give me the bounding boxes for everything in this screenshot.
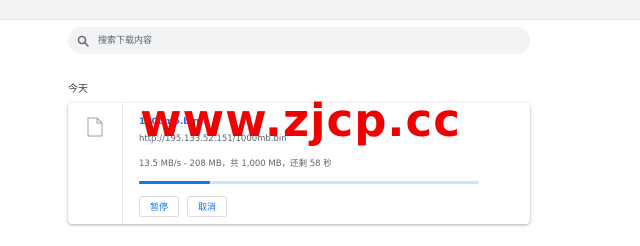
browser-top-bar	[0, 0, 640, 20]
progress-bar	[139, 181, 479, 184]
cancel-button[interactable]: 取消	[187, 196, 227, 217]
watermark-text: www.zjcp.cc	[140, 94, 461, 147]
download-status-text: 13.5 MB/s - 208 MB，共 1,000 MB，还剩 58 秒	[139, 159, 332, 169]
progress-bar-fill	[139, 181, 210, 184]
search-input[interactable]	[98, 27, 518, 54]
search-bar[interactable]	[68, 27, 530, 54]
file-icon	[87, 117, 103, 137]
search-icon	[77, 35, 89, 47]
date-section-label: 今天	[68, 84, 88, 95]
pause-button[interactable]: 暂停	[139, 196, 179, 217]
file-icon-column	[68, 103, 123, 224]
